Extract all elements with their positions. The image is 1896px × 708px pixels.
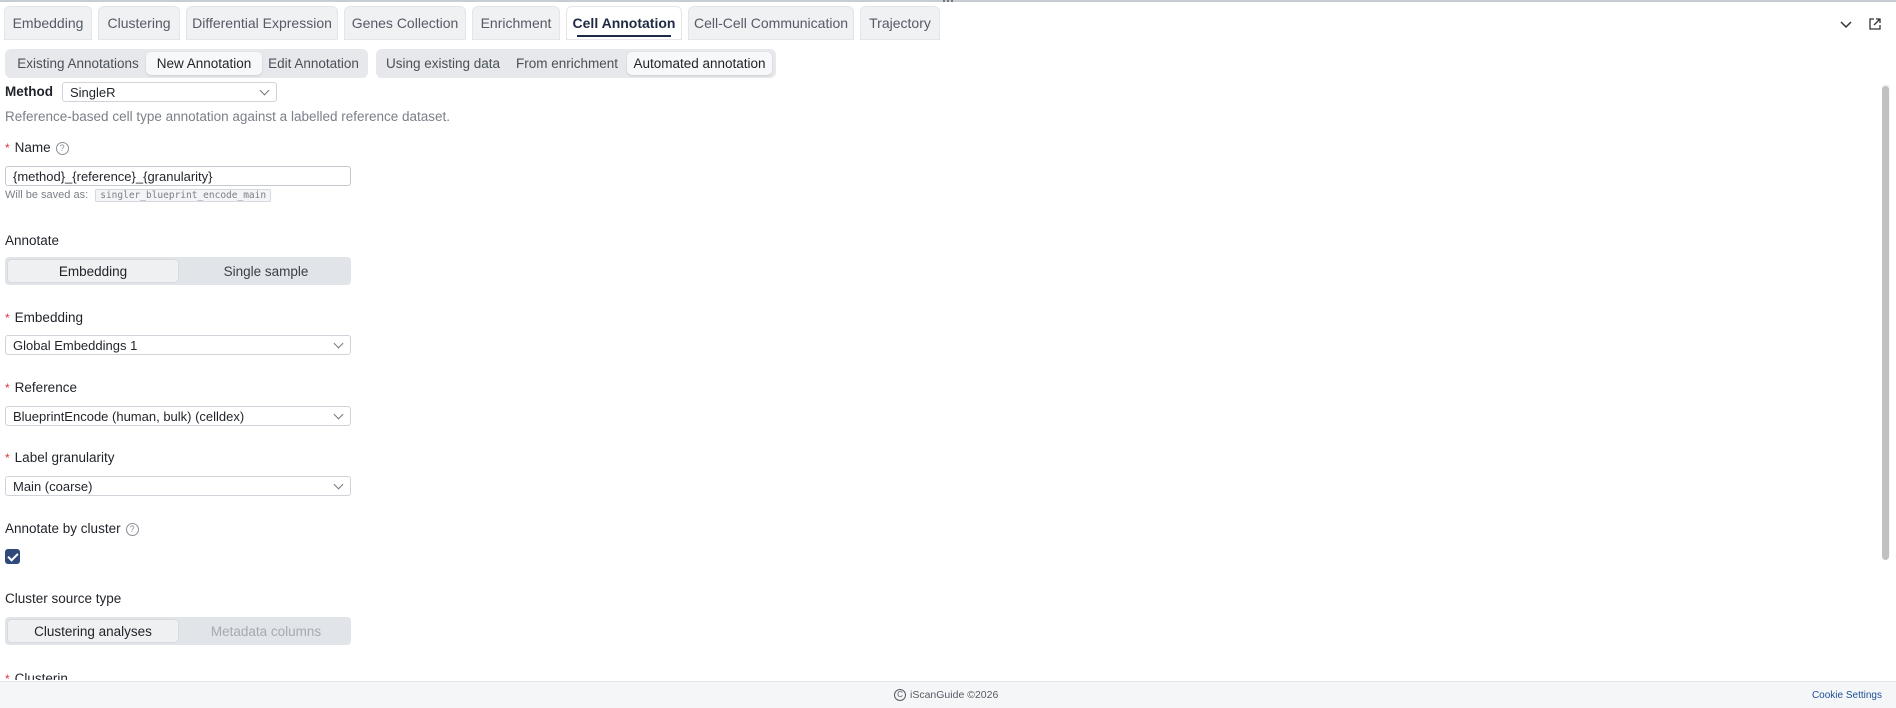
name-label-text: Name [14, 140, 51, 155]
source-mode-switch: Using existing data From enrichment Auto… [376, 49, 776, 78]
chevron-down-icon [259, 85, 270, 96]
method-select[interactable]: SingleR [62, 82, 277, 102]
required-marker: * [5, 451, 10, 465]
footer-brand: C iScanGuide ©2026 [894, 689, 998, 701]
embedding-label-text: Embedding [14, 310, 83, 325]
clusters-label: * Clusterin [5, 671, 68, 680]
footer-brand-text: iScanGuide ©2026 [910, 689, 999, 701]
chevron-down-icon [333, 338, 344, 349]
copyright-icon: C [894, 689, 906, 701]
method-description: Reference-based cell type annotation aga… [5, 109, 451, 124]
chevron-down-icon [333, 409, 344, 420]
annotate-option-embedding[interactable]: Embedding [7, 259, 179, 283]
source-using-existing-data[interactable]: Using existing data [379, 52, 507, 75]
tab-genes-collection[interactable]: Genes Collection [344, 6, 466, 40]
annotation-mode-switch: Existing Annotations New Annotation Edit… [5, 49, 368, 78]
required-marker: * [5, 672, 10, 680]
external-link-icon[interactable] [1868, 17, 1882, 31]
tab-clustering[interactable]: Clustering [98, 6, 180, 40]
embedding-label: * Embedding [5, 310, 83, 325]
reference-label-text: Reference [14, 380, 77, 395]
tab-trajectory[interactable]: Trajectory [860, 6, 940, 40]
annotate-by-cluster-checkbox[interactable] [5, 549, 20, 564]
tab-differential-expression[interactable]: Differential Expression [186, 6, 338, 40]
saved-as-value: singler_blueprint_encode_main [95, 189, 272, 202]
mode-edit-annotation[interactable]: Edit Annotation [262, 52, 365, 75]
name-label: * Name? [5, 140, 69, 155]
clusters-label-text: Clusterin [14, 671, 68, 680]
main-tabbar: Embedding Clustering Differential Expres… [0, 6, 1896, 48]
cluster-source-metadata-columns: Metadata columns [210, 623, 322, 639]
source-automated-annotation[interactable]: Automated annotation [627, 52, 772, 75]
annotate-toggle: Embedding Single sample [5, 257, 351, 285]
scrollbar-thumb[interactable] [1882, 86, 1889, 560]
tab-cell-cell-communication[interactable]: Cell-Cell Communication [688, 6, 854, 40]
name-input[interactable]: {method}_{reference}_{granularity} [5, 166, 351, 186]
saved-as-row: Will be saved as: singler_blueprint_enco… [5, 189, 272, 202]
drag-handle[interactable] [943, 0, 953, 3]
cluster-source-label: Cluster source type [5, 591, 122, 606]
tab-cell-annotation[interactable]: Cell Annotation [566, 6, 682, 40]
help-icon[interactable]: ? [125, 523, 139, 536]
tab-enrichment[interactable]: Enrichment [472, 6, 560, 40]
annotation-form: Method SingleR Reference-based cell type… [0, 80, 1880, 680]
annotate-option-single-sample[interactable]: Single sample [183, 259, 349, 283]
cookie-settings-link[interactable]: Cookie Settings [1812, 690, 1882, 701]
embedding-select[interactable]: Global Embeddings 1 [5, 335, 351, 355]
cluster-source-clustering-analyses[interactable]: Clustering analyses [7, 619, 179, 643]
source-from-enrichment[interactable]: From enrichment [507, 52, 627, 75]
chevron-down-icon[interactable] [1839, 20, 1853, 30]
granularity-label-text: Label granularity [14, 450, 115, 465]
help-icon[interactable]: ? [55, 142, 69, 155]
method-value: SingleR [70, 84, 116, 100]
saved-as-label: Will be saved as: [5, 189, 89, 201]
reference-select[interactable]: BlueprintEncode (human, bulk) (celldex) [5, 406, 351, 426]
annotate-by-cluster-text: Annotate by cluster [5, 521, 121, 536]
embedding-value: Global Embeddings 1 [13, 337, 138, 353]
required-marker: * [5, 141, 10, 155]
mode-new-annotation[interactable]: New Annotation [146, 52, 262, 75]
annotate-label: Annotate [5, 233, 60, 248]
required-marker: * [5, 311, 10, 325]
granularity-select[interactable]: Main (coarse) [5, 476, 351, 496]
cluster-source-toggle: Clustering analyses Metadata columns [5, 617, 351, 645]
chevron-down-icon [333, 479, 344, 490]
mode-existing-annotations[interactable]: Existing Annotations [8, 52, 148, 75]
required-marker: * [5, 381, 10, 395]
tab-embedding[interactable]: Embedding [4, 6, 92, 40]
granularity-label: * Label granularity [5, 450, 115, 465]
annotate-by-cluster-label: Annotate by cluster? [5, 521, 139, 536]
method-label: Method [5, 84, 53, 99]
reference-value: BlueprintEncode (human, bulk) (celldex) [13, 408, 245, 424]
footer: C iScanGuide ©2026 Cookie Settings [0, 681, 1896, 708]
reference-label: * Reference [5, 380, 77, 395]
granularity-value: Main (coarse) [13, 478, 93, 494]
